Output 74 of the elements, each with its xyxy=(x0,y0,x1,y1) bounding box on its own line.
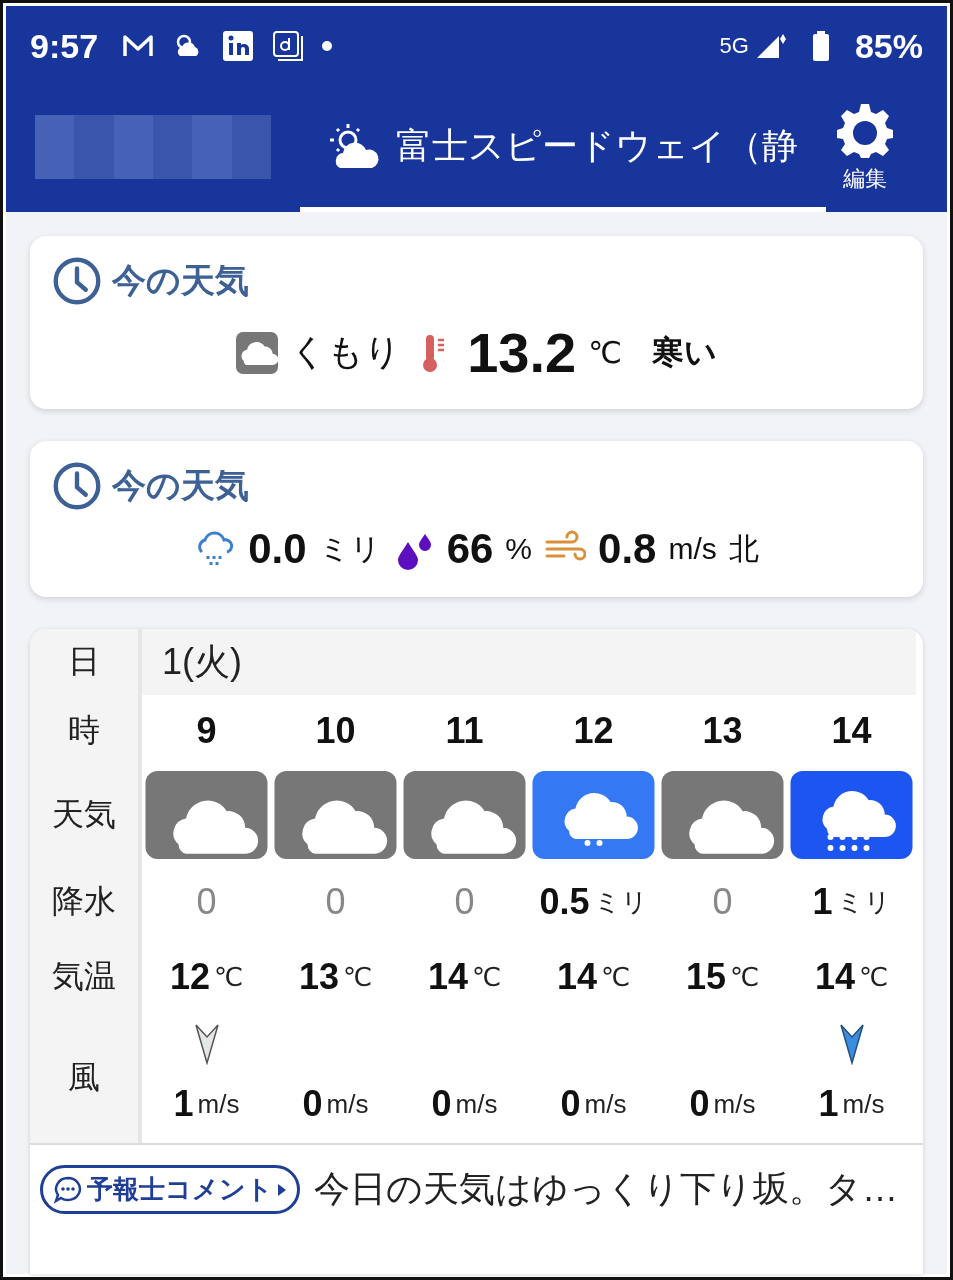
precipitation-cell: 1 xyxy=(812,881,833,923)
clock-icon xyxy=(52,461,102,511)
precipitation-unit: ミリ xyxy=(593,885,648,919)
wind-unit: m/s xyxy=(713,1088,756,1120)
condition-text: くもり xyxy=(290,330,402,374)
network-label: 5G xyxy=(719,33,749,59)
hour-cell: 14 xyxy=(831,710,872,752)
temperature-cell: 14 xyxy=(814,956,855,998)
card-title: 今の天気 xyxy=(112,260,249,301)
feel-text: 寒い xyxy=(651,332,717,372)
hour-cell: 9 xyxy=(196,710,217,752)
hour-cell: 13 xyxy=(702,710,743,752)
precipitation-unit: ミリ xyxy=(836,885,891,919)
row-label: 風 xyxy=(30,1013,142,1143)
location-tab[interactable]: 富士スピードウェイ（静 xyxy=(300,86,826,212)
temperature-unit: ℃ xyxy=(213,961,244,993)
temperature-value: 13.2 xyxy=(467,320,577,385)
temperature-unit: ℃ xyxy=(729,961,760,993)
card-title: 今の天気 xyxy=(112,465,249,506)
app-icon xyxy=(222,30,255,62)
settings-button[interactable]: 編集 xyxy=(826,86,904,212)
row-label: 降水 xyxy=(30,863,142,941)
precipitation-cell: 0.5 xyxy=(539,881,590,923)
wind-unit: m/s xyxy=(668,532,717,566)
temperature-unit: ℃ xyxy=(342,961,373,993)
temperature-unit: ℃ xyxy=(588,335,622,370)
hour-cell: 11 xyxy=(445,710,484,752)
hour-cell: 10 xyxy=(315,710,356,752)
temperature-cell: 15 xyxy=(685,956,726,998)
precipitation-cell: 0 xyxy=(454,881,475,923)
precipitation-value: 0.0 xyxy=(248,525,307,573)
battery-percent: 85% xyxy=(854,26,923,66)
humidity-unit: % xyxy=(505,532,533,566)
temperature-unit: ℃ xyxy=(471,961,502,993)
precipitation-cell: 0 xyxy=(325,881,346,923)
notification-dot-icon xyxy=(322,41,333,51)
status-time: 9:57 xyxy=(30,26,99,66)
row-label: 時 xyxy=(30,695,142,767)
wind-unit: m/s xyxy=(584,1088,627,1120)
wind-unit: m/s xyxy=(455,1088,498,1120)
date-text: 1(火) xyxy=(142,629,916,695)
app-icon xyxy=(272,30,305,62)
chat-bubble-icon xyxy=(53,1174,83,1205)
hour-cell: 12 xyxy=(573,710,614,752)
wind-cell: 1 xyxy=(818,1083,839,1125)
wind-direction: 北 xyxy=(728,530,759,567)
sun-cloud-icon xyxy=(328,122,379,168)
precipitation-cell: 0 xyxy=(712,881,733,923)
cloud-icon xyxy=(236,331,279,374)
temperature-unit: ℃ xyxy=(858,961,889,993)
precipitation-cell: 0 xyxy=(196,881,217,923)
temperature-cell: 14 xyxy=(556,956,597,998)
temperature-cell: 14 xyxy=(427,956,468,998)
temperature-cell: 12 xyxy=(169,956,210,998)
row-label: 天気 xyxy=(30,767,142,863)
row-label: 気温 xyxy=(30,941,142,1013)
precipitation-unit: ミリ xyxy=(318,530,381,567)
wind-cell: 0 xyxy=(560,1083,581,1125)
wind-cell: 0 xyxy=(689,1083,710,1125)
wind-cell: 1 xyxy=(173,1083,194,1125)
wind-unit: m/s xyxy=(326,1088,369,1120)
triangle-icon xyxy=(277,1182,287,1197)
temperature-unit: ℃ xyxy=(600,961,631,993)
wind-unit: m/s xyxy=(197,1088,240,1120)
wind-cell: 0 xyxy=(431,1083,452,1125)
humidity-value: 66 xyxy=(446,525,494,573)
comment-text: 今日の天気はゆっくり下り坂。タ… xyxy=(314,1167,898,1211)
wind-unit: m/s xyxy=(842,1088,885,1120)
clock-icon xyxy=(52,256,102,306)
forecaster-comment-button[interactable]: 予報士コメント xyxy=(40,1165,300,1214)
wind-value: 0.8 xyxy=(598,525,657,573)
wind-cell: 0 xyxy=(302,1083,323,1125)
row-label: 日 xyxy=(30,629,142,695)
temperature-cell: 13 xyxy=(298,956,339,998)
